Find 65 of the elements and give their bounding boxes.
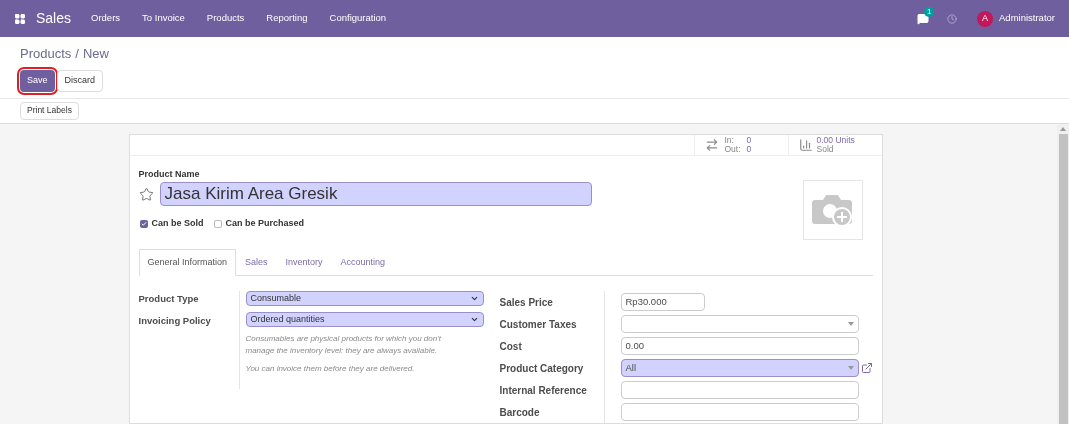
bar-chart-icon — [798, 137, 813, 152]
text-field[interactable] — [620, 381, 859, 399]
text-field[interactable] — [620, 403, 859, 421]
dropdown-field[interactable]: Ordered quantities — [245, 312, 484, 327]
product-name-field[interactable]: Jasa Kirim Area Gresik — [159, 182, 592, 206]
dropdown-field[interactable]: Consumable — [245, 291, 484, 306]
field-label: Invoicing Policy — [138, 314, 212, 328]
form-tab[interactable]: Inventory — [276, 248, 332, 276]
stat-label: Out: — [724, 144, 741, 154]
stat-value: 0 — [746, 144, 752, 154]
user-avatar[interactable]: A — [977, 10, 994, 27]
field-label: Product Category — [499, 361, 585, 376]
favorite-star-icon[interactable] — [138, 186, 154, 202]
stat-label: Sold — [816, 144, 835, 154]
stat-value: 0 — [746, 135, 752, 145]
scroll-up-arrow-icon[interactable] — [1060, 126, 1066, 131]
breadcrumb-separator: / — [75, 45, 79, 63]
form-tab[interactable]: Accounting — [331, 248, 395, 276]
transfer-arrows-icon — [704, 137, 719, 152]
checkbox-label: Can be Sold — [151, 217, 204, 230]
field-label: Customer Taxes — [499, 317, 578, 332]
scrollbar[interactable] — [1057, 123, 1069, 424]
dropdown-field[interactable]: All — [620, 359, 859, 377]
image-upload-placeholder[interactable] — [802, 179, 863, 240]
field-label: Product Name — [138, 167, 201, 181]
field-label: Barcode — [499, 405, 541, 420]
caret-icon — [847, 322, 854, 326]
menu-item[interactable]: Orders — [91, 11, 121, 26]
text-field[interactable]: Rp30.000 — [620, 293, 705, 311]
checkbox[interactable] — [213, 219, 222, 228]
discard-button[interactable]: Discard — [56, 69, 104, 92]
checkbox-label: Can be Purchased — [225, 217, 305, 230]
chevron-down-icon — [469, 315, 479, 324]
dropdown-field[interactable] — [620, 315, 859, 333]
text-field[interactable]: 0.00 — [620, 337, 859, 355]
form-tab[interactable]: Sales — [236, 248, 277, 276]
menu-item[interactable]: Reporting — [266, 11, 308, 26]
menu-item[interactable]: To Invoice — [142, 11, 185, 26]
external-link-icon[interactable] — [860, 362, 873, 374]
menu-item[interactable]: Products — [206, 11, 245, 26]
form-tab[interactable]: General Information — [138, 248, 237, 276]
chevron-down-icon — [469, 294, 479, 303]
stat-button[interactable]: In: 0 Out: 0 — [693, 134, 788, 155]
breadcrumb-link[interactable]: Products — [20, 44, 72, 64]
field-label: Cost — [499, 339, 523, 354]
help-text: Consumables are physical products for which you don't manage the inventory level: they are always available. — [245, 333, 442, 357]
apps-menu-icon[interactable] — [14, 12, 26, 25]
save-button[interactable]: Save — [20, 69, 55, 92]
messages-icon[interactable] — [917, 12, 930, 25]
stat-value: 0.00 Units — [816, 135, 855, 145]
field-label: Sales Price — [499, 295, 554, 310]
field-label: Product Type — [138, 292, 200, 306]
app-name[interactable]: Sales — [36, 8, 72, 29]
help-text: You can invoice them before they are delivered. — [245, 363, 416, 375]
menu-item[interactable]: Configuration — [329, 11, 387, 26]
stat-button[interactable]: 0.00 Units Sold — [787, 134, 882, 155]
message-count-badge: 1 — [924, 6, 935, 17]
stat-label: In: — [724, 135, 735, 145]
breadcrumb-current: New — [82, 45, 109, 63]
caret-icon — [847, 366, 854, 370]
user-name[interactable]: Administrator — [999, 11, 1055, 26]
activity-icon[interactable] — [947, 13, 958, 24]
print-labels-button[interactable]: Print Labels — [20, 101, 79, 120]
checkbox[interactable] — [139, 219, 148, 228]
field-label: Internal Reference — [499, 383, 588, 398]
